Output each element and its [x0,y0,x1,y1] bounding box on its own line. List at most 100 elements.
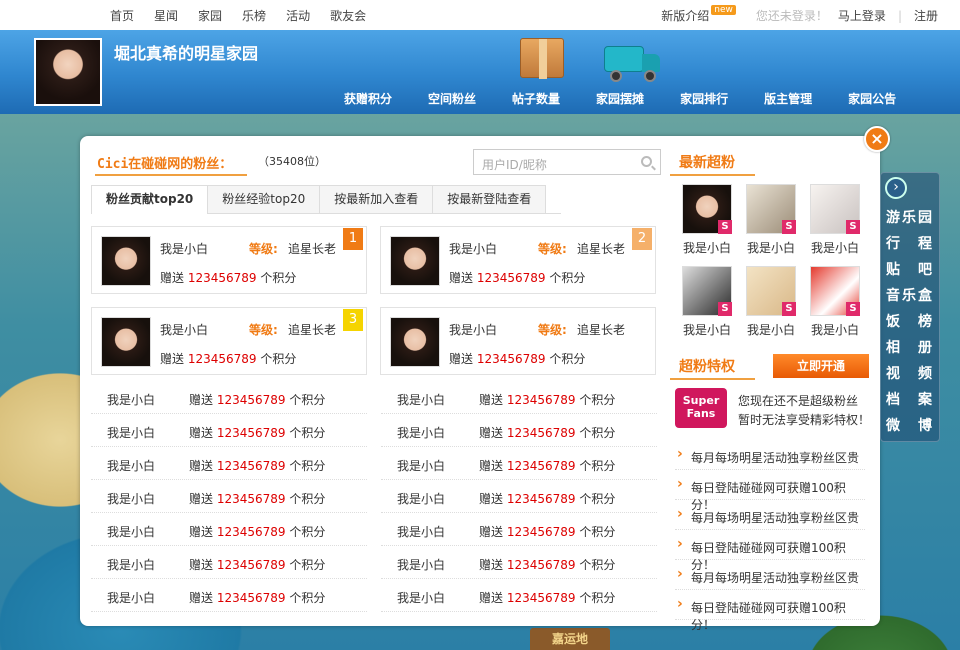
close-icon[interactable]: × [864,126,890,152]
fan-photo[interactable]: S [746,184,796,234]
side-nav-item[interactable]: 相 册 [886,337,940,357]
top-nav-news[interactable]: 星闻 [154,7,178,24]
side-nav-item[interactable]: 音乐盒 [886,285,940,305]
header-nav-points[interactable]: 获赠积分 [344,90,392,107]
tab-newest-joined[interactable]: 按最新加入查看 [319,185,434,213]
row-name[interactable]: 我是小白 [397,424,445,441]
tab-experience[interactable]: 粉丝经验top20 [207,185,321,213]
row-name[interactable]: 我是小白 [107,391,155,408]
privilege-text[interactable]: 每月每场明星活动独享粉丝区贵 [691,449,859,466]
fan-row[interactable]: 我是小白 赠送 123456789 个积分 [91,447,367,480]
side-nav-item[interactable]: 视 频 [886,363,940,383]
privilege-item[interactable]: 每月每场明星活动独享粉丝区贵 [675,560,865,590]
fan-photo[interactable]: S [746,266,796,316]
fan-name[interactable]: 我是小白 [677,321,737,338]
header-nav-fans[interactable]: 空间粉丝 [428,90,476,107]
row-name[interactable]: 我是小白 [107,523,155,540]
fan-row[interactable]: 我是小白 赠送 123456789 个积分 [91,513,367,546]
header-nav-stall[interactable]: 家园摆摊 [596,90,644,107]
fan-row[interactable]: 我是小白 赠送 123456789 个积分 [381,546,657,579]
login-link[interactable]: 马上登录 [838,7,886,24]
fan-row[interactable]: 我是小白 赠送 123456789 个积分 [381,414,657,447]
privilege-text[interactable]: 每月每场明星活动独享粉丝区贵 [691,569,859,586]
row-name[interactable]: 我是小白 [397,457,445,474]
row-name[interactable]: 我是小白 [397,589,445,606]
privilege-item[interactable]: 每月每场明星活动独享粉丝区贵 [675,500,865,530]
header-nav-notice[interactable]: 家园公告 [848,90,896,107]
row-name[interactable]: 我是小白 [397,523,445,540]
fan-name[interactable]: 我是小白 [805,239,865,256]
fan-row[interactable]: 我是小白 赠送 123456789 个积分 [91,546,367,579]
top-nav-chart[interactable]: 乐榜 [242,7,266,24]
tab-newest-login[interactable]: 按最新登陆查看 [432,185,547,213]
top-nav-events[interactable]: 活动 [286,7,310,24]
fan-photo[interactable]: S [682,266,732,316]
register-link[interactable]: 注册 [914,7,938,24]
row-name[interactable]: 我是小白 [107,490,155,507]
super-fan[interactable]: S 我是小白 [677,184,737,256]
row-name[interactable]: 我是小白 [107,556,155,573]
privilege-item[interactable]: 每日登陆碰碰网可获赠100积分！ [675,470,865,512]
row-name[interactable]: 我是小白 [107,589,155,606]
top-nav-home[interactable]: 首页 [110,7,134,24]
fan-name[interactable]: 我是小白 [805,321,865,338]
side-nav-item[interactable]: 游乐园 [886,207,940,227]
fan-name[interactable]: 我是小白 [160,321,208,338]
fan-avatar[interactable] [101,317,151,367]
arrow-right-icon[interactable]: › [885,177,907,199]
row-name[interactable]: 我是小白 [107,457,155,474]
fan-row[interactable]: 我是小白 赠送 123456789 个积分 [381,480,657,513]
fan-name[interactable]: 我是小白 [677,239,737,256]
fan-row[interactable]: 我是小白 赠送 123456789 个积分 [91,381,367,414]
fan-row[interactable]: 我是小白 赠送 123456789 个积分 [381,579,657,612]
privilege-item[interactable]: 每日登陆碰碰网可获赠100积分！ [675,590,865,632]
fan-avatar[interactable] [390,317,440,367]
side-nav-item[interactable]: 档 案 [886,389,940,409]
side-nav-item[interactable]: 贴 吧 [886,259,940,279]
fan-row[interactable]: 我是小白 赠送 123456789 个积分 [381,513,657,546]
fan-row[interactable]: 我是小白 赠送 123456789 个积分 [381,447,657,480]
tab-contribution[interactable]: 粉丝贡献top20 [91,185,209,214]
super-fan[interactable]: S 我是小白 [805,266,865,338]
side-nav-item[interactable]: 饭 榜 [886,311,940,331]
fan-row[interactable]: 我是小白 赠送 123456789 个积分 [91,414,367,447]
fan-name[interactable]: 我是小白 [449,321,497,338]
fan-name[interactable]: 我是小白 [741,239,801,256]
fan-card[interactable]: 我是小白 等级: 追星长老 赠送 123456789 个积分 1 [91,226,367,294]
row-name[interactable]: 我是小白 [397,490,445,507]
star-avatar[interactable] [34,38,102,106]
privilege-text[interactable]: 每日登陆碰碰网可获赠100积分！ [691,599,865,633]
header-nav-moderators[interactable]: 版主管理 [764,90,812,107]
super-fan[interactable]: S 我是小白 [805,184,865,256]
fan-photo[interactable]: S [810,184,860,234]
fan-name[interactable]: 我是小白 [449,240,497,257]
search-icon[interactable] [641,156,652,167]
row-name[interactable]: 我是小白 [397,391,445,408]
header-nav-ranking[interactable]: 家园排行 [680,90,728,107]
fan-row[interactable]: 我是小白 赠送 123456789 个积分 [381,381,657,414]
fan-avatar[interactable] [101,236,151,286]
row-name[interactable]: 我是小白 [107,424,155,441]
fan-row[interactable]: 我是小白 赠送 123456789 个积分 [91,480,367,513]
fan-card[interactable]: 我是小白 等级: 追星长老 赠送 123456789 个积分 2 [380,226,656,294]
super-fan[interactable]: S 我是小白 [741,266,801,338]
top-nav-homeland[interactable]: 家园 [198,7,222,24]
privilege-text[interactable]: 每月每场明星活动独享粉丝区贵 [691,509,859,526]
open-now-button[interactable]: 立即开通 [773,354,869,378]
super-fan[interactable]: S 我是小白 [677,266,737,338]
row-name[interactable]: 我是小白 [397,556,445,573]
privilege-item[interactable]: 每月每场明星活动独享粉丝区贵 [675,440,865,470]
top-nav-fanclub[interactable]: 歌友会 [330,7,366,24]
search-input[interactable]: 用户ID/昵称 [473,149,661,175]
fan-row[interactable]: 我是小白 赠送 123456789 个积分 [91,579,367,612]
side-nav-item[interactable]: 行 程 [886,233,940,253]
fan-name[interactable]: 我是小白 [160,240,208,257]
fan-name[interactable]: 我是小白 [741,321,801,338]
privilege-item[interactable]: 每日登陆碰碰网可获赠100积分！ [675,530,865,572]
super-fan[interactable]: S 我是小白 [741,184,801,256]
fan-avatar[interactable] [390,236,440,286]
fan-card[interactable]: 我是小白 等级: 追星长老 赠送 123456789 个积分 3 [91,307,367,375]
fan-photo[interactable]: S [810,266,860,316]
fan-photo[interactable]: S [682,184,732,234]
new-intro-link[interactable]: 新版介绍 [661,7,709,24]
